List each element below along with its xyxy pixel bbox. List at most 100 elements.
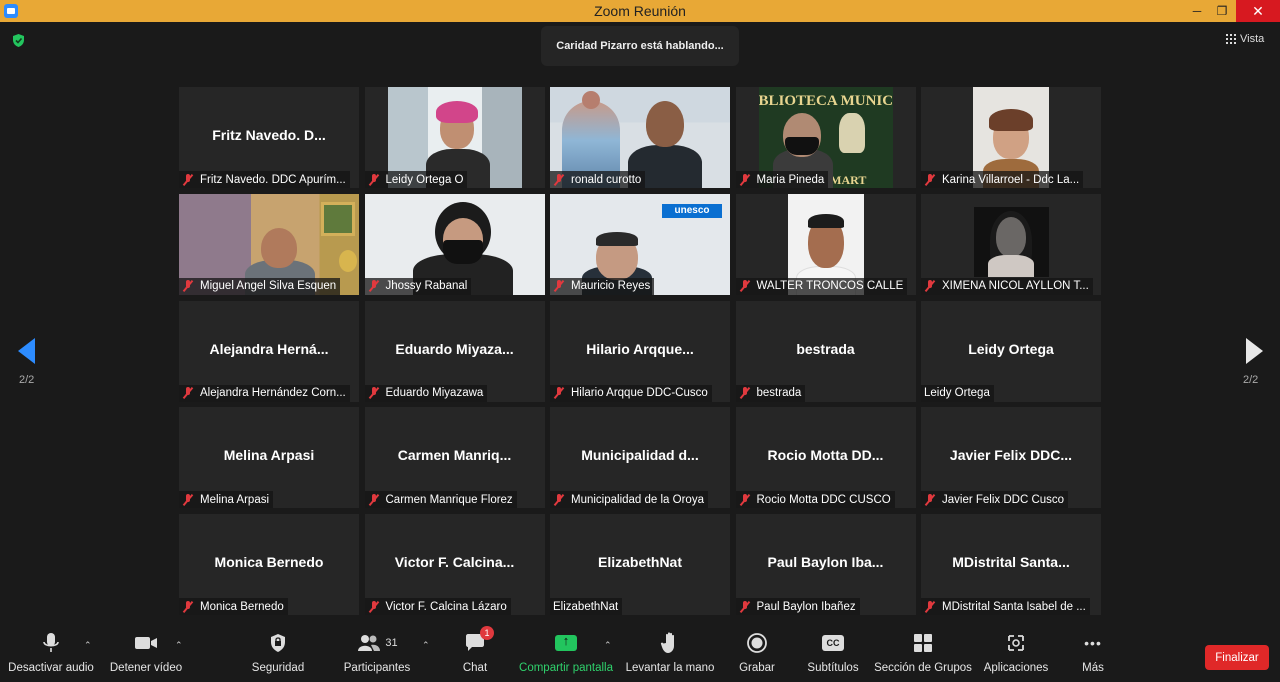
participant-label: Jhossy Rabanal	[364, 277, 472, 295]
participant-name: Fritz Navedo. D...	[212, 127, 326, 143]
participant-tile[interactable]: WALTER TRONCOS CALLE	[735, 193, 916, 295]
participant-label: Melina Arpasi	[179, 491, 274, 509]
participant-name: Monica Bernedo	[214, 554, 324, 570]
mic-muted-icon	[924, 280, 936, 292]
participant-tile[interactable]: unesco Mauricio Reyes	[550, 193, 730, 295]
mic-muted-icon	[182, 387, 194, 399]
breakout-rooms-icon	[912, 628, 934, 658]
closed-captions-icon: CC	[822, 628, 844, 658]
security-button[interactable]: Seguridad	[248, 628, 308, 682]
participant-tile[interactable]: Carmen Manriq... Carmen Manrique Florez	[364, 407, 545, 509]
unesco-logo: unesco	[662, 203, 722, 218]
participant-tile[interactable]: Leidy Ortega Leidy Ortega	[921, 300, 1101, 402]
close-button[interactable]: ✕	[1236, 0, 1280, 22]
participant-name: Javier Felix DDC...	[949, 447, 1073, 464]
mic-muted-icon	[739, 493, 751, 506]
participant-name: Carmen Manriq...	[397, 447, 512, 464]
participant-tile[interactable]: Karina Villarroel - Ddc La...	[921, 87, 1101, 188]
participant-tile[interactable]: Fritz Navedo. D... Fritz Navedo. DDC Apu…	[179, 87, 359, 188]
participant-label: MDistrital Santa Isabel de ...	[921, 598, 1090, 615]
participant-tile[interactable]: Monica Bernedo Monica Bernedo	[179, 514, 359, 615]
mute-button[interactable]: Desactivar audio	[8, 628, 94, 682]
participant-label: Maria Pineda	[735, 171, 829, 188]
participant-name: Municipalidad d...	[581, 447, 699, 464]
participant-tile[interactable]: Alejandra Herná... Alejandra Hernández C…	[179, 300, 359, 402]
participant-label: Hilario Arqque DDC-Cusco	[550, 384, 712, 402]
mic-muted-icon	[182, 280, 194, 292]
participant-tile[interactable]: ronald curotto	[550, 87, 730, 188]
stop-video-button[interactable]: Detener vídeo	[108, 628, 184, 682]
mic-muted-icon	[368, 600, 380, 613]
gallery-grid: Fritz Navedo. D... Fritz Navedo. DDC Apu…	[179, 87, 1101, 615]
window-title: Zoom Reunión	[594, 3, 686, 19]
breakout-rooms-button[interactable]: Sección de Grupos	[874, 628, 972, 682]
chat-button[interactable]: 1 Chat	[455, 626, 495, 682]
encryption-shield-icon[interactable]	[11, 33, 26, 48]
participants-button[interactable]: 31 Participantes	[340, 628, 414, 682]
participant-label: Monica Bernedo	[179, 598, 288, 615]
mic-muted-icon	[553, 173, 565, 186]
participant-name: ElizabethNat	[597, 554, 682, 570]
participant-tile[interactable]: Hilario Arqque... Hilario Arqque DDC-Cus…	[550, 300, 730, 402]
participant-tile[interactable]: XIMENA NICOL AYLLON T...	[921, 193, 1101, 295]
share-screen-button[interactable]: Compartir pantalla	[518, 628, 614, 682]
hand-icon	[660, 628, 680, 658]
participant-label: Leidy Ortega O	[364, 171, 468, 188]
library-sign-text: BLIOTECA MUNICIPA	[758, 93, 893, 109]
participant-tile[interactable]: Melina Arpasi Melina Arpasi	[179, 407, 359, 509]
mic-muted-icon	[368, 387, 380, 399]
participant-name: Leidy Ortega	[968, 340, 1054, 357]
minimize-button[interactable]: ─	[1183, 0, 1211, 22]
participant-tile[interactable]: Javier Felix DDC... Javier Felix DDC Cus…	[921, 407, 1101, 509]
participant-tile[interactable]: Rocio Motta DD... Rocio Motta DDC CUSCO	[735, 407, 916, 509]
apps-button[interactable]: Aplicaciones	[982, 628, 1050, 682]
participant-label: bestrada	[735, 384, 806, 402]
participant-name: Paul Baylon Iba...	[767, 554, 884, 570]
participant-tile[interactable]: BLIOTECA MUNICIPA N MART Maria Pineda	[735, 87, 916, 188]
raise-hand-button[interactable]: Levantar la mano	[624, 628, 716, 682]
end-meeting-button[interactable]: Finalizar	[1205, 645, 1269, 670]
participant-tile[interactable]: ElizabethNat ElizabethNat	[550, 514, 730, 615]
participant-label: Miguel Angel Silva Esquen	[179, 277, 341, 295]
participant-tile[interactable]: Municipalidad d... Municipalidad de la O…	[550, 407, 730, 509]
mic-muted-icon	[182, 600, 194, 613]
participant-label: Alejandra Hernández Corn...	[179, 384, 350, 402]
apps-icon	[1005, 628, 1027, 658]
previous-page-arrow-icon[interactable]	[18, 338, 35, 364]
participant-tile[interactable]: Miguel Angel Silva Esquen	[179, 193, 359, 295]
participant-tile[interactable]: Leidy Ortega O	[364, 87, 545, 188]
video-options-chevron-up-icon[interactable]: ⌃	[175, 640, 183, 651]
participant-tile[interactable]: Paul Baylon Iba... Paul Baylon Ibañez	[735, 514, 916, 615]
participant-video	[974, 206, 1049, 277]
participant-tile[interactable]: bestrada bestrada	[735, 300, 916, 402]
participant-label: Leidy Ortega	[921, 384, 994, 402]
participant-name: bestrada	[796, 340, 855, 357]
mic-muted-icon	[368, 173, 380, 186]
participant-label: Mauricio Reyes	[550, 277, 655, 295]
participants-options-chevron-up-icon[interactable]: ⌃	[422, 640, 430, 651]
participant-label: Carmen Manrique Florez	[364, 491, 517, 509]
mic-muted-icon	[924, 493, 936, 506]
audio-options-chevron-up-icon[interactable]: ⌃	[84, 640, 92, 651]
page-indicator-left: 2/2	[19, 374, 35, 386]
view-button[interactable]: Vista	[1226, 33, 1264, 45]
participant-label: Eduardo Miyazawa	[364, 384, 488, 402]
participant-tile[interactable]: Jhossy Rabanal	[364, 193, 545, 295]
participants-count: 31	[385, 637, 398, 649]
participant-name: Melina Arpasi	[223, 447, 315, 464]
mic-muted-icon	[182, 493, 194, 506]
record-icon	[746, 628, 768, 658]
participant-tile[interactable]: MDistrital Santa... MDistrital Santa Isa…	[921, 514, 1101, 615]
subtitles-button[interactable]: CC Subtítulos	[804, 628, 862, 682]
next-page-arrow-icon[interactable]	[1246, 338, 1263, 364]
record-button[interactable]: Grabar	[734, 628, 780, 682]
more-button[interactable]: ••• Más	[1074, 628, 1112, 682]
mic-muted-icon	[182, 173, 194, 186]
active-speaker-banner: Caridad Pizarro está hablando...	[541, 26, 739, 66]
participant-tile[interactable]: Eduardo Miyaza... Eduardo Miyazawa	[364, 300, 545, 402]
title-bar: Zoom Reunión ─ ❐ ✕	[0, 0, 1280, 22]
maximize-button[interactable]: ❐	[1208, 0, 1236, 22]
shield-icon	[268, 628, 288, 658]
participant-tile[interactable]: Victor F. Calcina... Victor F. Calcina L…	[364, 514, 545, 615]
share-options-chevron-up-icon[interactable]: ⌃	[604, 640, 612, 651]
